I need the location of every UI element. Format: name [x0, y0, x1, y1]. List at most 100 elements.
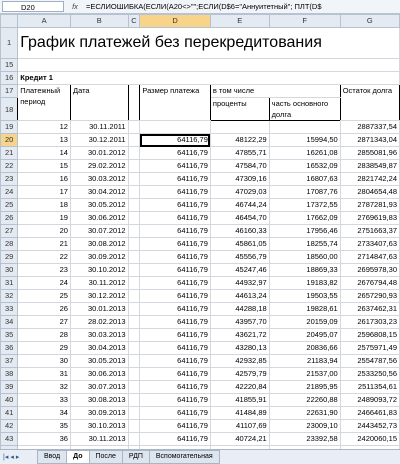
cell-empty[interactable]: [127, 198, 141, 212]
cell-balance[interactable]: 2657290,93: [339, 289, 400, 303]
cell-payment[interactable]: 64116,79: [139, 237, 211, 251]
cell-principal[interactable]: [268, 120, 341, 134]
tab-do[interactable]: До: [66, 450, 90, 464]
cell-balance[interactable]: 2838549,87: [339, 159, 400, 173]
row-header[interactable]: 37: [0, 354, 19, 368]
cell-payment[interactable]: 64116,79: [139, 380, 211, 394]
cell-empty[interactable]: [127, 380, 141, 394]
cell-period[interactable]: 13: [17, 133, 71, 147]
cell-payment[interactable]: 64116,79: [139, 289, 211, 303]
cell-empty[interactable]: [127, 432, 141, 446]
row-header[interactable]: 19: [0, 120, 19, 134]
tab-auxiliary[interactable]: Вспомогательная: [148, 450, 220, 464]
cell-interest[interactable]: 40724,21: [209, 432, 270, 446]
cell-balance[interactable]: 2420060,15: [339, 432, 400, 446]
cell-period[interactable]: 24: [17, 276, 71, 290]
cell-interest[interactable]: 42220,84: [209, 380, 270, 394]
cell-balance[interactable]: 2787281,93: [339, 198, 400, 212]
cell-interest[interactable]: 44288,18: [209, 302, 270, 316]
cell-payment[interactable]: 64116,79: [139, 328, 211, 342]
row-header[interactable]: 27: [0, 224, 19, 238]
cell-date[interactable]: 30.06.2012: [69, 211, 129, 225]
cell-balance[interactable]: 2887337,54: [339, 120, 400, 134]
cell-payment[interactable]: 64116,79: [139, 367, 211, 381]
cell-payment[interactable]: 64116,79: [139, 211, 211, 225]
cell-empty[interactable]: [127, 120, 141, 134]
cell-principal[interactable]: 23392,58: [268, 432, 341, 446]
cell-period[interactable]: 36: [17, 432, 71, 446]
cell-empty[interactable]: [127, 393, 141, 407]
cell-period[interactable]: 15: [17, 159, 71, 173]
cell-empty[interactable]: [127, 211, 141, 225]
column-header[interactable]: A: [17, 14, 71, 28]
cell-period[interactable]: 17: [17, 185, 71, 199]
formula-input[interactable]: =ЕСЛИОШИБКА(ЕСЛИ(A20<>"";ЕСЛИ(D$6="Аннуи…: [82, 2, 400, 11]
cell-empty[interactable]: [127, 419, 141, 433]
cell-date[interactable]: 30.10.2012: [69, 263, 129, 277]
column-header[interactable]: C: [127, 14, 141, 28]
column-header[interactable]: E: [209, 14, 270, 28]
cell-interest[interactable]: 47029,03: [209, 185, 270, 199]
cell-interest[interactable]: 44613,24: [209, 289, 270, 303]
row-header[interactable]: 1: [0, 27, 19, 59]
cell-interest[interactable]: 46454,70: [209, 211, 270, 225]
row-header[interactable]: 15: [0, 58, 19, 72]
row-header[interactable]: 16: [0, 71, 19, 85]
cell-payment[interactable]: 64116,79: [139, 263, 211, 277]
cell-date[interactable]: 30.09.2013: [69, 406, 129, 420]
cell-interest[interactable]: 47309,16: [209, 172, 270, 186]
cell-payment[interactable]: 64116,79: [139, 432, 211, 446]
cell-balance[interactable]: 2489093,72: [339, 393, 400, 407]
cell-interest[interactable]: 48122,29: [209, 133, 270, 147]
cell-empty[interactable]: [127, 328, 141, 342]
cell-interest[interactable]: 42579,79: [209, 367, 270, 381]
cell-empty[interactable]: [127, 237, 141, 251]
cell-empty[interactable]: [127, 146, 141, 160]
cell-date[interactable]: 30.01.2013: [69, 302, 129, 316]
cell-interest[interactable]: 45556,79: [209, 250, 270, 264]
cell-empty[interactable]: [127, 224, 141, 238]
cell-principal[interactable]: 20836,66: [268, 341, 341, 355]
cell-principal[interactable]: 16807,63: [268, 172, 341, 186]
row-header[interactable]: 42: [0, 419, 19, 433]
row-header[interactable]: 22: [0, 159, 19, 173]
cell-period[interactable]: 25: [17, 289, 71, 303]
row-header[interactable]: 32: [0, 289, 19, 303]
cell-empty[interactable]: [127, 302, 141, 316]
corner-cell[interactable]: [0, 14, 19, 28]
cell-empty[interactable]: [127, 367, 141, 381]
cell-period[interactable]: 18: [17, 198, 71, 212]
cell-balance[interactable]: 2769619,83: [339, 211, 400, 225]
cell-period[interactable]: 33: [17, 393, 71, 407]
cell-balance[interactable]: 2855081,96: [339, 146, 400, 160]
cell-period[interactable]: 14: [17, 146, 71, 160]
cell-period[interactable]: 29: [17, 341, 71, 355]
column-header[interactable]: B: [69, 14, 129, 28]
cell-empty[interactable]: [127, 354, 141, 368]
cell-principal[interactable]: 20159,09: [268, 315, 341, 329]
cell-balance[interactable]: 2871343,04: [339, 133, 400, 147]
cell-balance[interactable]: 2637462,31: [339, 302, 400, 316]
cell-empty[interactable]: [127, 276, 141, 290]
row-header[interactable]: 31: [0, 276, 19, 290]
cell-date[interactable]: 30.11.2013: [69, 432, 129, 446]
cell-interest[interactable]: 43621,72: [209, 328, 270, 342]
row-header[interactable]: 17: [0, 84, 19, 98]
prev-sheet-icon[interactable]: ◂: [10, 453, 14, 461]
cell-principal[interactable]: 15994,50: [268, 133, 341, 147]
cell-interest[interactable]: 41855,91: [209, 393, 270, 407]
cell-principal[interactable]: 18255,74: [268, 237, 341, 251]
cell-principal[interactable]: 22260,88: [268, 393, 341, 407]
cell-balance[interactable]: 2733407,63: [339, 237, 400, 251]
cell-period[interactable]: 21: [17, 237, 71, 251]
cell-interest[interactable]: 45861,05: [209, 237, 270, 251]
cell-empty[interactable]: [127, 159, 141, 173]
cell-period[interactable]: 19: [17, 211, 71, 225]
cell-date[interactable]: 30.06.2013: [69, 367, 129, 381]
cell-principal[interactable]: 19828,61: [268, 302, 341, 316]
row-header[interactable]: 36: [0, 341, 19, 355]
cell-principal[interactable]: 23009,10: [268, 419, 341, 433]
cell-principal[interactable]: 21537,00: [268, 367, 341, 381]
cell-empty[interactable]: [127, 263, 141, 277]
cell-principal[interactable]: 19183,82: [268, 276, 341, 290]
